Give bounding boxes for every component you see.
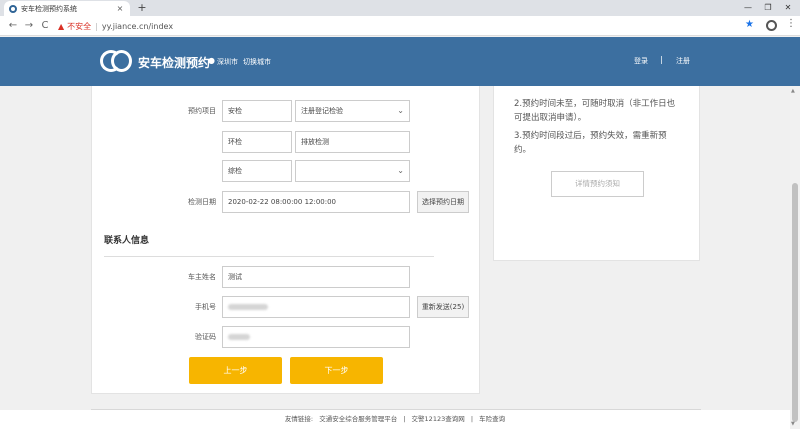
browser-tab[interactable]: 安车检测预约系统 × (4, 1, 130, 16)
section-divider (104, 256, 434, 257)
warning-triangle-icon: ▲ (58, 21, 65, 31)
browser-toolbar: ← → C ▲ 不安全 | yy.jiance.cn/index ★ ⋮ (0, 16, 800, 36)
reload-icon[interactable]: C (38, 18, 52, 34)
footer-link[interactable]: 交通安全综合服务管理平台 (319, 415, 397, 423)
prev-step-button[interactable]: 上一步 (189, 357, 282, 384)
chevron-down-icon: ⌄ (397, 166, 404, 175)
browser-tabstrip: 安车检测预约系统 × + — ❐ ✕ (0, 0, 800, 16)
main-content: 预约项目 安检 注册登记检验 ⌄ 环检 排放检测 综检 ⌄ 检测日期 2020-… (0, 86, 790, 429)
footer-prefix: 友情链接: (284, 415, 314, 423)
security-status[interactable]: 不安全 (67, 21, 91, 32)
notice-line: 3.预约时间段过后，预约失效，需重新预 (514, 131, 667, 141)
minimize-icon[interactable]: — (738, 1, 758, 15)
phone-input[interactable] (222, 296, 410, 318)
profile-icon[interactable] (766, 20, 777, 31)
notice-line: 2.预约时间未至，可随时取消（非工作日也 (514, 99, 676, 109)
verification-code-input[interactable] (222, 326, 410, 348)
item-field-emission[interactable]: 排放检测 (295, 131, 410, 153)
scroll-up-icon[interactable]: ▲ (791, 88, 795, 94)
category-field-safety[interactable]: 安检 (222, 100, 292, 122)
forward-arrow-icon[interactable]: → (22, 18, 36, 34)
verification-code-label: 验证码 (195, 333, 216, 341)
browser-menu-icon[interactable]: ⋮ (786, 18, 796, 29)
login-link[interactable]: 登录 (634, 56, 648, 66)
site-header: 安车检测预约 ● 深圳市 切换城市 登录 | 注册 (0, 37, 800, 86)
switch-city-link[interactable]: 切换城市 (243, 57, 271, 67)
location-pin-icon: ● (208, 56, 215, 65)
scroll-down-icon[interactable]: ▼ (791, 421, 795, 427)
appointment-notice-card: 2.预约时间未至，可随时取消（非工作日也 可提出取消申请）。 3.预约时间段过后… (493, 86, 700, 261)
bookmark-star-icon[interactable]: ★ (745, 19, 754, 30)
footer: 友情链接: 交通安全综合服务管理平台 | 交警12123查询网 | 车险查询 (0, 410, 790, 429)
appointment-form-card: 预约项目 安检 注册登记检验 ⌄ 环检 排放检测 综检 ⌄ 检测日期 2020-… (91, 86, 480, 394)
phone-label: 手机号 (195, 303, 216, 311)
new-tab-button[interactable]: + (136, 2, 148, 14)
tab-close-icon[interactable]: × (115, 4, 125, 13)
redacted-phone (228, 304, 268, 310)
items-label: 预约项目 (188, 107, 216, 115)
notice-line: 可提出取消申请）。 (514, 113, 587, 123)
chevron-down-icon: ⌄ (397, 106, 404, 115)
footer-link[interactable]: 车险查询 (479, 415, 505, 423)
page-scrollbar[interactable]: ▲ ▼ (790, 86, 800, 429)
item-select-comprehensive[interactable]: ⌄ (295, 160, 410, 182)
date-field[interactable]: 2020-02-22 08:00:00 12:00:00 (222, 191, 410, 213)
resend-code-button[interactable]: 重新发送(25) (417, 296, 469, 318)
category-field-emission[interactable]: 环检 (222, 131, 292, 153)
footer-separator: | (470, 415, 474, 423)
owner-name-input[interactable]: 测试 (222, 266, 410, 288)
notice-line: 约。 (514, 145, 532, 155)
address-separator: | (95, 21, 98, 31)
tab-title: 安车检测预约系统 (21, 4, 77, 13)
footer-link[interactable]: 交警12123查询网 (412, 415, 465, 423)
appointment-notice-button[interactable]: 详情预约须知 (551, 171, 644, 197)
back-arrow-icon[interactable]: ← (6, 18, 20, 34)
date-label: 检测日期 (188, 198, 216, 206)
owner-name-label: 车主姓名 (188, 273, 216, 281)
current-city: 深圳市 (217, 58, 238, 66)
site-logo[interactable] (100, 50, 132, 72)
item-select-safety[interactable]: 注册登记检验 ⌄ (295, 100, 410, 122)
site-name[interactable]: 安车检测预约 (138, 54, 210, 71)
scrollbar-thumb[interactable] (792, 183, 798, 422)
url-text[interactable]: yy.jiance.cn/index (102, 22, 173, 31)
site-favicon-icon (9, 4, 17, 13)
contact-section-title: 联系人信息 (104, 236, 150, 246)
maximize-icon[interactable]: ❐ (758, 1, 778, 15)
header-separator: | (660, 55, 663, 64)
redacted-code (228, 334, 250, 340)
category-field-comprehensive[interactable]: 综检 (222, 160, 292, 182)
next-step-button[interactable]: 下一步 (290, 357, 383, 384)
register-link[interactable]: 注册 (676, 56, 690, 66)
footer-separator: | (403, 415, 406, 423)
window-close-icon[interactable]: ✕ (778, 1, 798, 15)
item-select-safety-value: 注册登记检验 (301, 107, 343, 115)
select-date-button[interactable]: 选择预约日期 (417, 191, 469, 213)
address-bar[interactable]: ▲ 不安全 | yy.jiance.cn/index (58, 18, 758, 34)
